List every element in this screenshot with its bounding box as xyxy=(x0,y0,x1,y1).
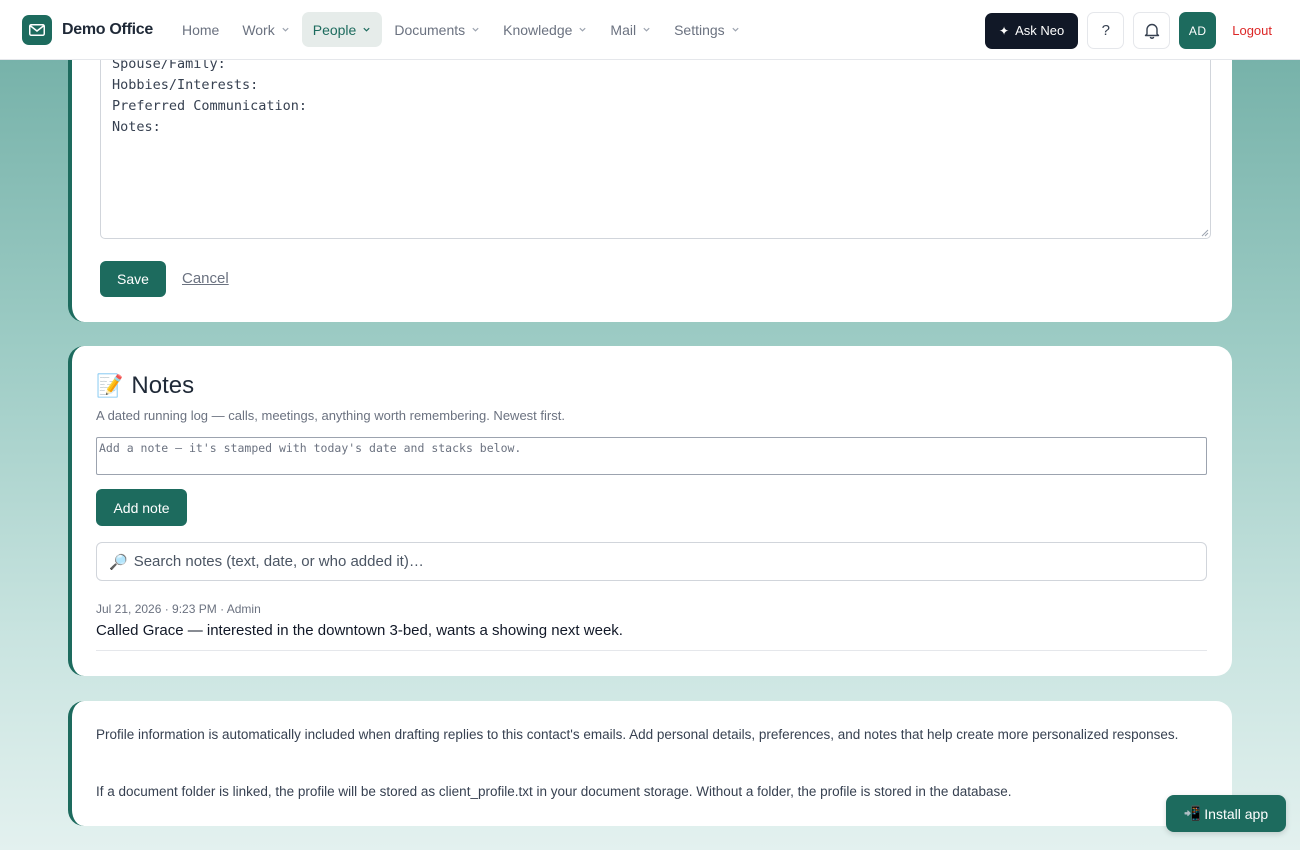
profile-textarea[interactable]: Spouse/Family: Hobbies/Interests: Prefer… xyxy=(100,30,1211,239)
search-placeholder: Search notes (text, date, or who added i… xyxy=(133,553,424,570)
profile-info-card: Profile information is automatically inc… xyxy=(68,701,1232,826)
nav-label: Mail xyxy=(610,21,637,38)
chevron-down-icon xyxy=(472,27,479,32)
notes-subtitle: A dated running log — calls, meetings, a… xyxy=(96,408,565,423)
search-icon: 🔎 xyxy=(109,553,128,571)
memo-icon: 📝 xyxy=(96,373,124,398)
nav-label: Settings xyxy=(674,21,725,38)
brand[interactable]: Demo Office xyxy=(22,14,153,45)
ask-neo-label: Ask Neo xyxy=(1015,23,1065,38)
nav-actions: ✦ Ask Neo ? AD Logout xyxy=(985,12,1272,49)
nav-work[interactable]: Work xyxy=(231,12,300,47)
bell-icon xyxy=(1144,23,1159,39)
nav-label: People xyxy=(312,21,357,38)
note-divider xyxy=(96,650,1207,651)
info-paragraph: Profile information is automatically inc… xyxy=(96,727,1179,742)
ask-neo-button[interactable]: ✦ Ask Neo xyxy=(985,12,1079,49)
nav-knowledge[interactable]: Knowledge xyxy=(492,12,598,47)
user-avatar[interactable]: AD xyxy=(1179,12,1217,49)
add-note-button[interactable]: Add note xyxy=(96,489,187,526)
notifications-button[interactable] xyxy=(1133,12,1171,49)
help-button[interactable]: ? xyxy=(1087,12,1125,49)
top-navbar: Demo Office Home Work People Documents K… xyxy=(0,0,1300,60)
nav-mail[interactable]: Mail xyxy=(599,12,662,47)
notes-search-input[interactable]: 🔎 Search notes (text, date, or who added… xyxy=(96,542,1207,581)
chevron-down-icon xyxy=(579,27,587,32)
sparkle-icon: ✦ xyxy=(999,23,1010,38)
profile-editor-card: Spouse/Family: Hobbies/Interests: Prefer… xyxy=(68,30,1232,322)
note-meta: Jul 21, 2026 · 9:23 PM · Admin xyxy=(96,602,261,616)
nav-home[interactable]: Home xyxy=(171,12,230,47)
nav-label: Work xyxy=(242,21,275,38)
resize-handle-icon[interactable] xyxy=(1201,229,1209,237)
nav-people[interactable]: People xyxy=(301,12,383,47)
nav-label: Documents xyxy=(394,21,466,38)
new-note-input[interactable]: Add a note — it's stamped with today's d… xyxy=(96,437,1207,475)
install-app-button[interactable]: 📲 Install app xyxy=(1166,795,1286,832)
help-icon: ? xyxy=(1101,22,1110,39)
nav-label: Knowledge xyxy=(503,21,573,38)
chevron-down-icon xyxy=(732,27,739,32)
mobile-install-icon: 📲 xyxy=(1183,805,1202,821)
nav-settings[interactable]: Settings xyxy=(663,12,751,47)
notes-title: Notes xyxy=(131,372,195,399)
note-text: Called Grace — interested in the downtow… xyxy=(96,622,623,639)
cancel-link[interactable]: Cancel xyxy=(182,270,229,287)
chevron-down-icon xyxy=(643,27,650,32)
logout-link[interactable]: Logout xyxy=(1232,23,1272,38)
notes-heading: 📝 Notes xyxy=(96,372,194,400)
save-button[interactable]: Save xyxy=(100,261,166,297)
chevron-down-icon xyxy=(282,27,289,32)
notes-card: 📝 Notes A dated running log — calls, mee… xyxy=(68,346,1232,676)
chevron-down-icon xyxy=(363,27,370,32)
info-paragraph: If a document folder is linked, the prof… xyxy=(96,784,1012,799)
nav-label: Home xyxy=(181,21,220,38)
install-label: Install app xyxy=(1204,805,1269,822)
brand-name: Demo Office xyxy=(62,20,153,38)
nav-documents[interactable]: Documents xyxy=(383,12,491,47)
mail-logo-icon xyxy=(22,14,52,45)
